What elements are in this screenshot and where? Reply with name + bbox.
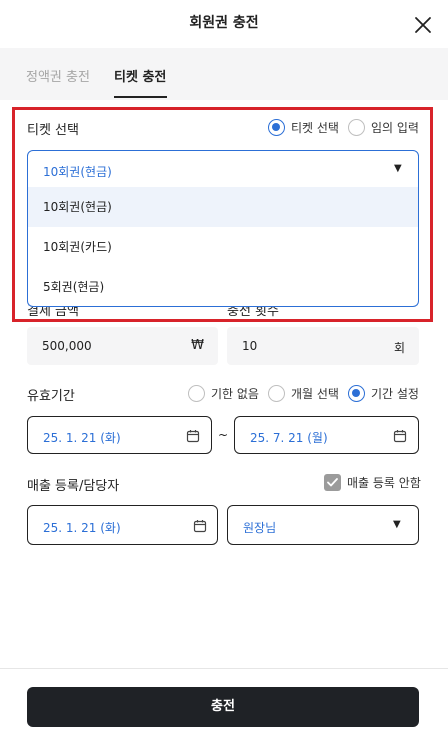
start-date-field[interactable]: 25. 1. 21 (화) bbox=[27, 416, 212, 454]
count-unit: 회 bbox=[393, 341, 405, 355]
payment-amount-field[interactable]: 500,000 ₩ bbox=[27, 327, 218, 365]
charge-count-field[interactable]: 10 회 bbox=[227, 327, 419, 365]
radio-no-limit[interactable]: 기한 없음 bbox=[188, 385, 259, 402]
caret-down-icon: ▼ bbox=[393, 519, 401, 530]
dropdown-option[interactable]: 10회권(현금) bbox=[28, 187, 418, 227]
radio-custom-input[interactable]: 임의 입력 bbox=[348, 119, 419, 136]
dropdown-option[interactable]: 10회권(카드) bbox=[28, 227, 418, 267]
radio-unselected-icon bbox=[188, 385, 205, 402]
no-sales-register-checkbox[interactable]: 매출 등록 안함 bbox=[324, 474, 421, 491]
start-date-value: 25. 1. 21 (화) bbox=[43, 431, 121, 445]
staff-selected-value: 원장님 bbox=[243, 521, 277, 535]
calendar-icon bbox=[193, 520, 207, 533]
active-tab-indicator bbox=[114, 96, 167, 98]
validity-label: 유효기간 bbox=[27, 389, 75, 404]
radio-label: 개월 선택 bbox=[291, 387, 339, 401]
staff-select-dropdown[interactable]: 원장님 ▼ bbox=[227, 505, 419, 545]
caret-down-icon: ▼ bbox=[394, 163, 402, 174]
ticket-select-label: 티켓 선택 bbox=[27, 123, 79, 138]
dropdown-option[interactable]: 5회권(현금) bbox=[28, 267, 418, 306]
radio-label: 기간 설정 bbox=[371, 387, 419, 401]
sales-staff-label: 매출 등록/담당자 bbox=[27, 479, 120, 494]
footer-divider bbox=[0, 668, 448, 669]
tab-ticket[interactable]: 티켓 충전 bbox=[114, 66, 166, 85]
radio-month-select[interactable]: 개월 선택 bbox=[268, 385, 339, 402]
charge-button[interactable]: 충전 bbox=[27, 687, 419, 727]
radio-selected-icon bbox=[268, 119, 285, 136]
radio-period-set[interactable]: 기간 설정 bbox=[348, 385, 419, 402]
radio-label: 기한 없음 bbox=[211, 387, 259, 401]
checkbox-checked-icon bbox=[324, 474, 341, 491]
tab-fixed-amount[interactable]: 정액권 충전 bbox=[26, 66, 90, 85]
radio-selected-icon bbox=[348, 385, 365, 402]
end-date-value: 25. 7. 21 (월) bbox=[250, 431, 328, 445]
radio-label: 티켓 선택 bbox=[291, 121, 339, 135]
date-range-separator: ~ bbox=[218, 428, 229, 442]
ticket-select-dropdown[interactable]: 10회권(현금) ▼ bbox=[27, 150, 419, 188]
ticket-selected-value: 10회권(현금) bbox=[43, 165, 112, 179]
payment-amount-value: 500,000 bbox=[42, 339, 92, 353]
sales-date-value: 25. 1. 21 (화) bbox=[43, 521, 121, 535]
checkbox-label: 매출 등록 안함 bbox=[347, 476, 421, 490]
charge-count-value: 10 bbox=[242, 339, 258, 353]
radio-label: 임의 입력 bbox=[371, 121, 419, 135]
currency-unit: ₩ bbox=[191, 338, 204, 353]
sales-date-field[interactable]: 25. 1. 21 (화) bbox=[27, 505, 218, 545]
radio-unselected-icon bbox=[348, 119, 365, 136]
calendar-icon bbox=[186, 430, 200, 443]
close-icon[interactable] bbox=[412, 14, 434, 36]
end-date-field[interactable]: 25. 7. 21 (월) bbox=[234, 416, 419, 454]
ticket-dropdown-menu: 10회권(현금) 10회권(카드) 5회권(현금) bbox=[27, 187, 419, 307]
radio-unselected-icon bbox=[268, 385, 285, 402]
radio-ticket-select[interactable]: 티켓 선택 bbox=[268, 119, 339, 136]
calendar-icon bbox=[393, 430, 407, 443]
page-title: 회원권 충전 bbox=[189, 15, 259, 31]
